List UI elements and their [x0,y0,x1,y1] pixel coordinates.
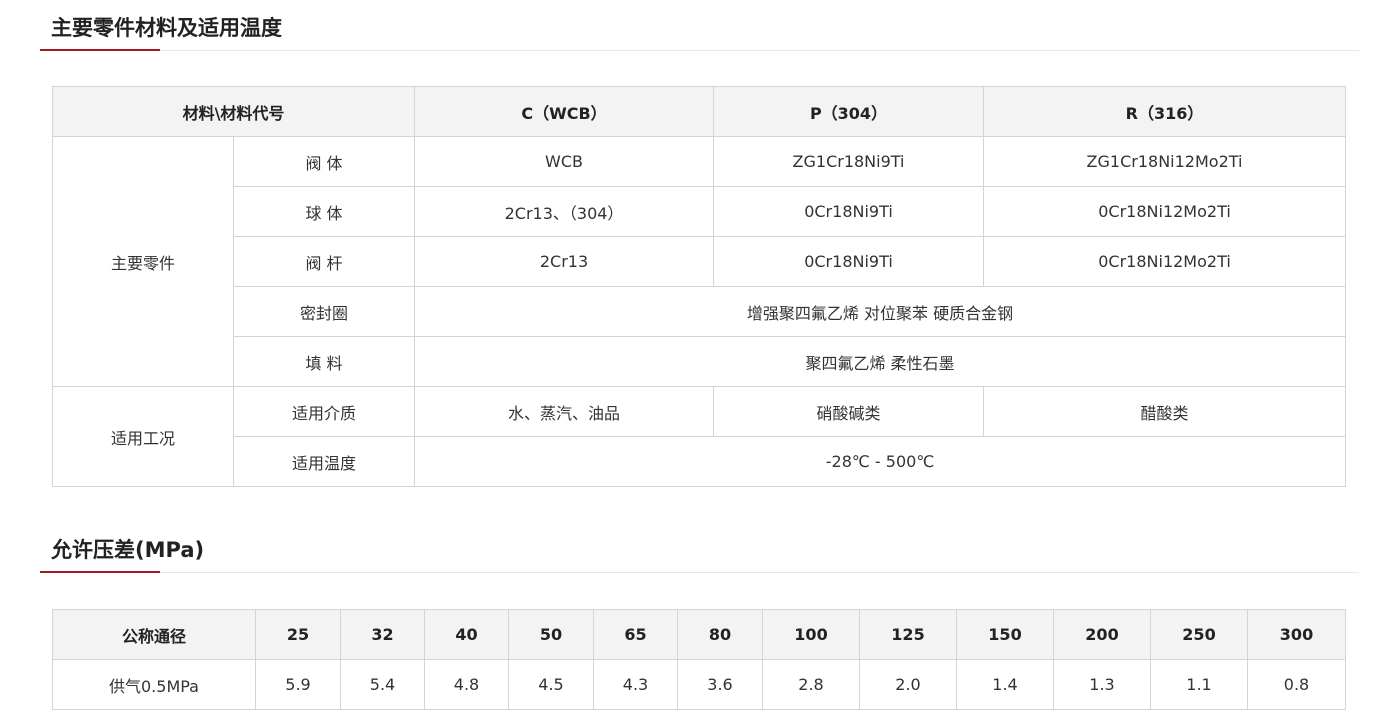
section-header-materials: 主要零件材料及适用温度 [40,0,1359,51]
table-header-row: 公称通径 25 32 40 50 65 80 100 125 150 200 2… [52,609,1346,660]
table-cell: 5.4 [340,659,425,710]
header-cell: 80 [677,609,763,660]
table-cell: 增强聚四氟乙烯 对位聚苯 硬质合金钢 [414,286,1347,337]
header-cell: 32 [340,609,425,660]
header-cell: 200 [1053,609,1151,660]
table-row: 密封圈 增强聚四氟乙烯 对位聚苯 硬质合金钢 [53,286,1347,337]
table-cell: 0.8 [1247,659,1346,710]
header-cell: P（304） [713,86,985,137]
part-label: 阀 体 [232,136,416,187]
section-title: 主要零件材料及适用温度 [51,16,282,40]
table-cell: 2.8 [762,659,860,710]
table-header-row: 材料\材料代号 C（WCB） P（304） R（316） [51,86,1347,137]
table-cell: -28℃ - 500℃ [414,436,1347,487]
table-cell: 4.5 [508,659,594,710]
table-cell: 1.3 [1053,659,1151,710]
header-cell: 65 [593,609,678,660]
section-title: 允许压差(MPa) [51,538,205,562]
table-cell: 硝酸碱类 [713,386,985,437]
table-row: 填 料 聚四氟乙烯 柔性石墨 [53,336,1347,387]
table-cell: 0Cr18Ni9Ti [713,236,985,287]
header-cell: 25 [255,609,341,660]
group-label-conditions: 适用工况 [52,386,234,487]
part-label: 阀 杆 [232,236,416,287]
table-cell: 聚四氟乙烯 柔性石墨 [414,336,1347,387]
table-row: 阀 杆 2Cr13 0Cr18Ni9Ti 0Cr18Ni12Mo2Ti [53,236,1347,287]
table-cell: 1.1 [1150,659,1248,710]
header-cell: C（WCB） [414,86,715,137]
table-row: 适用温度 -28℃ - 500℃ [53,436,1347,487]
table-cell: 2.0 [859,659,957,710]
section-header-pressure: 允许压差(MPa) [40,522,1359,573]
table-cell: 1.4 [956,659,1054,710]
row-label: 供气0.5MPa [52,659,256,710]
header-cell: 300 [1247,609,1346,660]
header-cell: 40 [424,609,509,660]
table-cell: 0Cr18Ni9Ti [713,186,985,237]
table-cell: 0Cr18Ni12Mo2Ti [983,236,1347,287]
table-cell: 3.6 [677,659,763,710]
table-row: 球 体 2Cr13、（304） 0Cr18Ni9Ti 0Cr18Ni12Mo2T… [53,186,1347,237]
header-cell: 公称通径 [52,609,256,660]
header-cell: 250 [1150,609,1248,660]
header-cell: 125 [859,609,957,660]
table-cell: ZG1Cr18Ni9Ti [713,136,985,187]
part-label: 密封圈 [232,286,416,337]
header-cell: 材料\材料代号 [51,86,416,137]
header-cell: 100 [762,609,860,660]
part-label: 适用温度 [232,436,416,487]
part-label: 填 料 [232,336,416,387]
table-cell: 4.3 [593,659,678,710]
materials-table: 材料\材料代号 C（WCB） P（304） R（316） 主要零件 阀 体 WC… [51,86,1347,487]
part-label: 适用介质 [232,386,416,437]
table-cell: 水、蒸汽、油品 [414,386,715,437]
table-cell: 2Cr13 [414,236,715,287]
group-label-main-parts: 主要零件 [52,136,234,387]
pressure-table: 公称通径 25 32 40 50 65 80 100 125 150 200 2… [52,609,1346,710]
table-cell: ZG1Cr18Ni12Mo2Ti [983,136,1347,187]
title-accent-bar [40,49,160,51]
table-cell: 5.9 [255,659,341,710]
table-cell: 4.8 [424,659,509,710]
table-row: 主要零件 阀 体 WCB ZG1Cr18Ni9Ti ZG1Cr18Ni12Mo2… [52,136,1347,387]
table-row: 供气0.5MPa 5.9 5.4 4.8 4.5 4.3 3.6 2.8 2.0… [52,659,1346,710]
table-cell: 0Cr18Ni12Mo2Ti [983,186,1347,237]
header-cell: 50 [508,609,594,660]
table-cell: 2Cr13、（304） [414,186,715,237]
table-cell: 醋酸类 [983,386,1347,437]
part-label: 球 体 [232,186,416,237]
header-cell: 150 [956,609,1054,660]
title-accent-bar [40,571,160,573]
table-cell: WCB [414,136,715,187]
table-row: 适用工况 适用介质 水、蒸汽、油品 硝酸碱类 醋酸类 [52,386,1347,487]
header-cell: R（316） [983,86,1347,137]
